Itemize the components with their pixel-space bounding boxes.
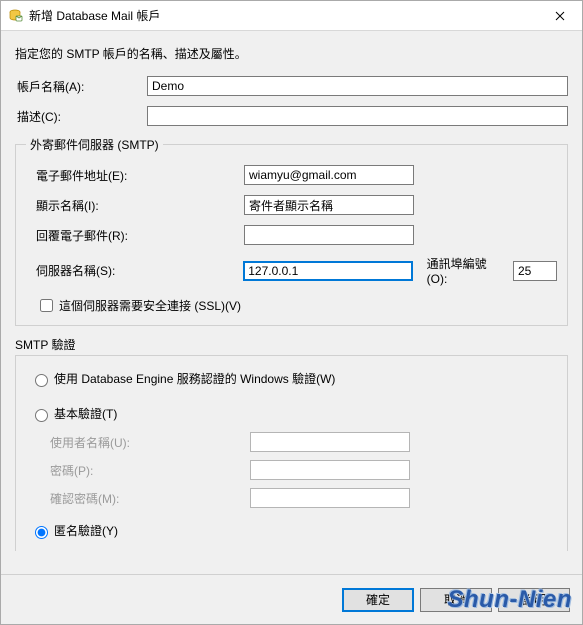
display-name-row: 顯示名稱(I): [26, 195, 557, 215]
display-name-label: 顯示名稱(I): [26, 197, 244, 214]
smtp-legend: 外寄郵件伺服器 (SMTP) [26, 136, 163, 153]
instruction-text: 指定您的 SMTP 帳戶的名稱、描述及屬性。 [15, 45, 568, 62]
app-icon [7, 8, 23, 24]
username-label: 使用者名稱(U): [50, 434, 250, 451]
auth-body: 使用 Database Engine 服務認證的 Windows 驗證(W) 基… [15, 355, 568, 551]
description-label: 描述(C): [15, 108, 147, 125]
ssl-label: 這個伺服器需要安全連接 (SSL)(V) [59, 297, 241, 314]
server-input[interactable] [243, 261, 412, 281]
auth-windows-row: 使用 Database Engine 服務認證的 Windows 驗證(W) [26, 370, 557, 387]
footer: 確定 取消 說明 Shun-Nien [1, 574, 582, 624]
email-input[interactable] [244, 165, 414, 185]
confirm-password-row: 確認密碼(M): [26, 488, 557, 508]
cancel-button[interactable]: 取消 [420, 588, 492, 612]
password-label: 密碼(P): [50, 462, 250, 479]
username-input[interactable] [250, 432, 410, 452]
display-name-input[interactable] [244, 195, 414, 215]
description-row: 描述(C): [15, 106, 568, 126]
port-label: 通訊埠編號(O): [427, 255, 507, 286]
account-name-row: 帳戶名稱(A): [15, 76, 568, 96]
auth-windows-radio[interactable] [35, 374, 48, 387]
account-name-label: 帳戶名稱(A): [15, 78, 147, 95]
confirm-password-label: 確認密碼(M): [50, 490, 250, 507]
close-icon [555, 11, 565, 21]
ssl-row: 這個伺服器需要安全連接 (SSL)(V) [26, 296, 557, 315]
dialog-window: 新增 Database Mail 帳戶 指定您的 SMTP 帳戶的名稱、描述及屬… [0, 0, 583, 625]
auth-windows-label: 使用 Database Engine 服務認證的 Windows 驗證(W) [54, 370, 335, 387]
reply-row: 回覆電子郵件(R): [26, 225, 557, 245]
auth-anon-radio[interactable] [35, 526, 48, 539]
reply-label: 回覆電子郵件(R): [26, 227, 244, 244]
titlebar: 新增 Database Mail 帳戶 [1, 1, 582, 31]
port-input[interactable] [513, 261, 557, 281]
smtp-fieldset: 外寄郵件伺服器 (SMTP) 電子郵件地址(E): 顯示名稱(I): 回覆電子郵… [15, 136, 568, 326]
password-row: 密碼(P): [26, 460, 557, 480]
auth-anon-label: 匿名驗證(Y) [54, 522, 118, 539]
ok-button[interactable]: 確定 [342, 588, 414, 612]
help-button[interactable]: 說明 [498, 588, 570, 612]
ssl-checkbox[interactable] [40, 299, 53, 312]
account-name-input[interactable] [147, 76, 568, 96]
auth-basic-row: 基本驗證(T) [26, 405, 557, 422]
close-button[interactable] [538, 1, 582, 31]
window-title: 新增 Database Mail 帳戶 [29, 7, 538, 24]
server-label: 伺服器名稱(S): [26, 262, 243, 279]
auth-basic-label: 基本驗證(T) [54, 405, 117, 422]
auth-section: SMTP 驗證 使用 Database Engine 服務認證的 Windows… [15, 336, 568, 551]
username-row: 使用者名稱(U): [26, 432, 557, 452]
password-input[interactable] [250, 460, 410, 480]
confirm-password-input[interactable] [250, 488, 410, 508]
email-label: 電子郵件地址(E): [26, 167, 244, 184]
email-row: 電子郵件地址(E): [26, 165, 557, 185]
server-row: 伺服器名稱(S): 通訊埠編號(O): [26, 255, 557, 286]
auth-basic-radio[interactable] [35, 409, 48, 422]
auth-anon-row: 匿名驗證(Y) [26, 522, 557, 539]
reply-input[interactable] [244, 225, 414, 245]
description-input[interactable] [147, 106, 568, 126]
auth-legend: SMTP 驗證 [15, 336, 568, 353]
content-area: 指定您的 SMTP 帳戶的名稱、描述及屬性。 帳戶名稱(A): 描述(C): 外… [1, 31, 582, 574]
